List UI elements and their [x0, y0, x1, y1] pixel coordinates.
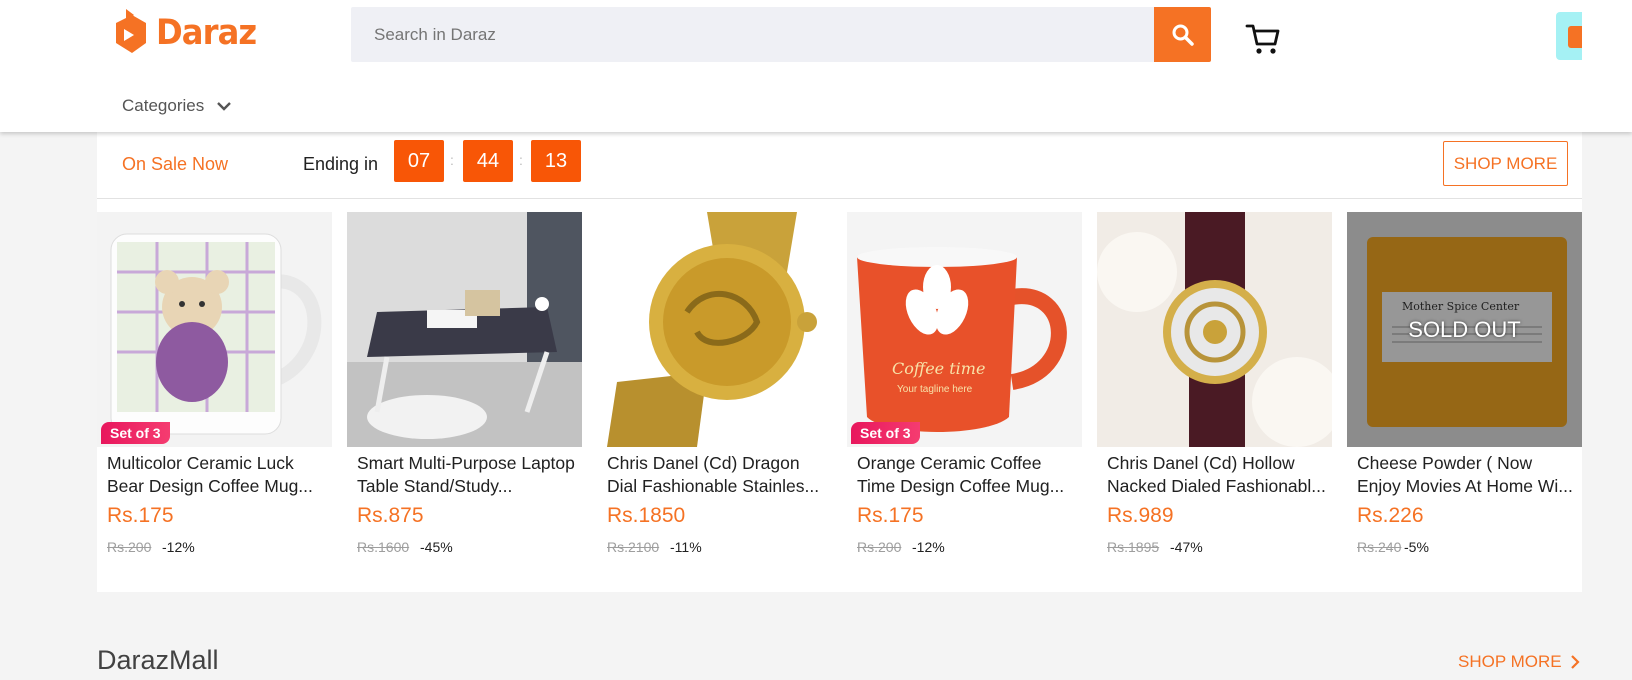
leather-watch-image: [1097, 212, 1332, 447]
product-price: Rs.175: [107, 504, 174, 527]
product-discount: -45%: [420, 539, 453, 555]
gold-watch-image: [597, 212, 832, 447]
search-icon: [1172, 24, 1194, 46]
product-original-price: Rs.200: [107, 539, 152, 555]
mall-shop-more-link[interactable]: SHOP MORE: [1458, 652, 1580, 672]
ending-label: Ending in: [303, 154, 379, 174]
categories-label: Categories: [122, 96, 205, 115]
bear-mug-image: [97, 212, 332, 447]
product-price: Rs.175: [857, 504, 924, 527]
search-button[interactable]: [1154, 7, 1211, 62]
laptop-table-image: [347, 212, 582, 447]
product-discount: -47%: [1170, 539, 1203, 555]
product-name[interactable]: Chris Danel (Cd) Dragon Dial Fashionable…: [607, 452, 827, 498]
top-header: Daraz Categories: [0, 0, 1632, 132]
product-image[interactable]: [1097, 212, 1332, 447]
product-image[interactable]: Mother Spice Center SOLD OUT: [1347, 212, 1582, 447]
cart-button[interactable]: [1245, 22, 1281, 56]
product-card[interactable]: Mother Spice Center SOLD OUT Cheese Powd…: [1347, 212, 1582, 572]
product-original-price: Rs.1600: [357, 539, 410, 555]
timer-separator: :: [519, 152, 523, 168]
product-image[interactable]: [597, 212, 832, 447]
product-image[interactable]: [97, 212, 332, 447]
product-price: Rs.989: [1107, 504, 1174, 527]
product-discount: -12%: [162, 539, 195, 555]
product-name[interactable]: Cheese Powder ( Now Enjoy Movies At Home…: [1357, 452, 1577, 498]
set-badge: Set of 3: [101, 422, 170, 444]
product-price: Rs.1850: [607, 504, 686, 527]
cart-icon: [1245, 24, 1280, 54]
daraz-logo[interactable]: Daraz: [114, 6, 265, 60]
product-card[interactable]: Set of 3 Multicolor Ceramic Luck Bear De…: [97, 212, 332, 572]
product-card[interactable]: Coffee time Your tagline here Set of 3 O…: [847, 212, 1082, 572]
promo-app-thumbnail[interactable]: [1556, 12, 1582, 60]
product-original-price: Rs.200: [857, 539, 902, 555]
svg-text:Coffee time: Coffee time: [892, 359, 985, 378]
product-original-price: Rs.240: [1357, 539, 1402, 555]
svg-text:Your tagline here: Your tagline here: [897, 384, 973, 395]
mall-shop-more-label: SHOP MORE: [1458, 652, 1562, 671]
flash-sale-panel: On Sale Now Ending in 07 : 44 : 13 SHOP …: [97, 132, 1582, 592]
daraz-logo-icon: [116, 9, 146, 53]
shop-more-button[interactable]: SHOP MORE: [1443, 141, 1568, 186]
darazmall-title: DarazMall: [97, 645, 219, 675]
search-box: [351, 7, 1155, 62]
logo-text: Daraz: [156, 13, 257, 53]
sold-out-overlay: SOLD OUT: [1347, 212, 1582, 447]
search-input[interactable]: [351, 7, 1155, 62]
product-card[interactable]: Smart Multi-Purpose Laptop Table Stand/S…: [347, 212, 582, 572]
flash-sale-bar: On Sale Now Ending in 07 : 44 : 13 SHOP …: [97, 132, 1582, 199]
product-name[interactable]: Orange Ceramic Coffee Time Design Coffee…: [857, 452, 1077, 498]
timer-separator: :: [450, 152, 454, 168]
set-badge: Set of 3: [851, 422, 920, 444]
product-discount: -5%: [1404, 539, 1429, 555]
product-price: Rs.226: [1357, 504, 1424, 527]
chevron-down-icon: [217, 102, 232, 111]
on-sale-label: On Sale Now: [122, 154, 229, 174]
product-image[interactable]: Coffee time Your tagline here: [847, 212, 1082, 447]
categories-dropdown[interactable]: Categories: [122, 96, 232, 116]
product-discount: -12%: [912, 539, 945, 555]
product-original-price: Rs.1895: [1107, 539, 1160, 555]
product-card[interactable]: Chris Danel (Cd) Hollow Nacked Dialed Fa…: [1097, 212, 1332, 572]
product-name[interactable]: Multicolor Ceramic Luck Bear Design Coff…: [107, 452, 327, 498]
product-price: Rs.875: [357, 504, 424, 527]
product-name[interactable]: Smart Multi-Purpose Laptop Table Stand/S…: [357, 452, 577, 498]
product-original-price: Rs.2100: [607, 539, 660, 555]
product-name[interactable]: Chris Danel (Cd) Hollow Nacked Dialed Fa…: [1107, 452, 1327, 498]
timer-seconds: 13: [531, 140, 581, 182]
orange-mug-image: Coffee time Your tagline here: [847, 212, 1082, 447]
timer-hours: 07: [394, 140, 444, 182]
product-discount: -11%: [670, 539, 702, 555]
timer-minutes: 44: [463, 140, 513, 182]
product-card[interactable]: Chris Danel (Cd) Dragon Dial Fashionable…: [597, 212, 832, 572]
chevron-right-icon: [1570, 655, 1580, 669]
product-image[interactable]: [347, 212, 582, 447]
